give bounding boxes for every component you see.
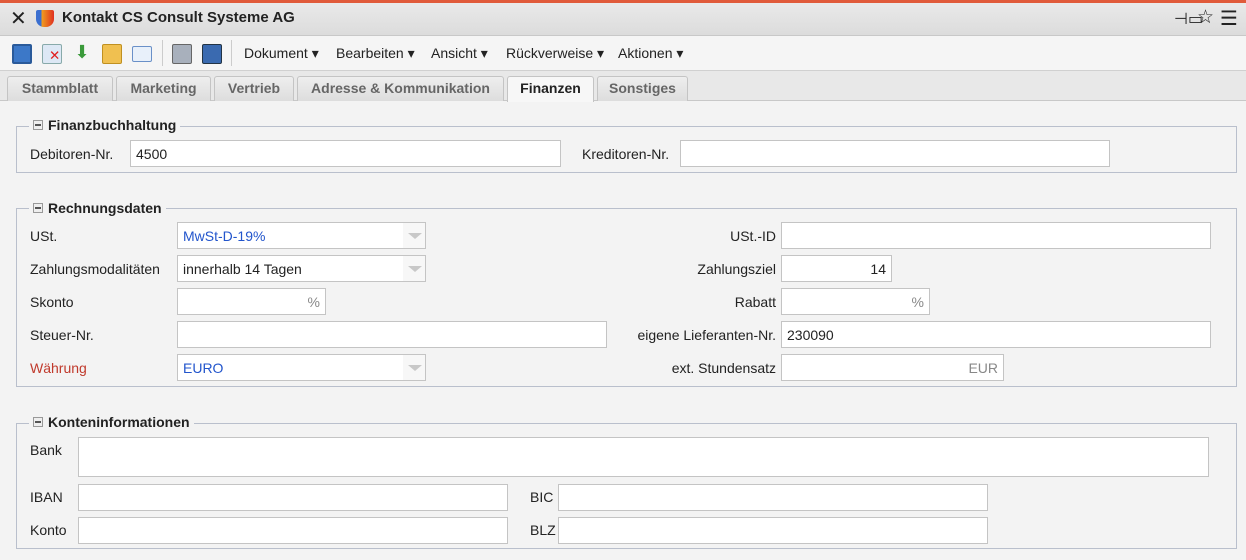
bic-label: BIC <box>530 489 554 505</box>
toolbar-separator <box>162 40 163 66</box>
zahlmod-select[interactable]: innerhalb 14 Tagen <box>177 255 426 282</box>
menu-aktionen[interactable]: Aktionen ▾ <box>618 45 683 62</box>
bank-label: Bank <box>30 442 62 458</box>
bank-textarea[interactable] <box>78 437 1209 477</box>
zahlziel-input[interactable]: 14 <box>781 255 892 282</box>
zahlziel-label: Zahlungsziel <box>697 261 776 277</box>
tab-adresse[interactable]: Adresse & Kommunikation <box>297 76 504 101</box>
konto-input[interactable] <box>78 517 508 544</box>
legend-text: Finanzbuchhaltung <box>48 117 177 133</box>
collapse-icon[interactable] <box>33 203 43 213</box>
download-icon[interactable]: ⬇ <box>72 44 92 64</box>
lieferanten-label: eigene Lieferanten-Nr. <box>637 327 776 343</box>
book-icon[interactable] <box>202 44 222 64</box>
iban-label: IBAN <box>30 489 63 505</box>
legend-rechnungsdaten[interactable]: Rechnungsdaten <box>29 200 166 216</box>
ust-label: USt. <box>30 228 58 244</box>
iban-input[interactable] <box>78 484 508 511</box>
legend-finanzbuchhaltung[interactable]: Finanzbuchhaltung <box>29 117 181 133</box>
zahlmod-label: Zahlungsmodalitäten <box>30 261 160 277</box>
dropdown-arrow-icon[interactable] <box>403 223 425 248</box>
menu-icon[interactable]: ☰ <box>1220 6 1238 30</box>
steuer-label: Steuer-Nr. <box>30 327 94 343</box>
kreditoren-label: Kreditoren-Nr. <box>582 146 670 162</box>
dropdown-arrow-icon[interactable] <box>403 355 425 380</box>
copy-icon[interactable] <box>102 44 122 64</box>
percent-unit: % <box>307 294 320 310</box>
zahlmod-value: innerhalb 14 Tagen <box>183 261 302 277</box>
mail-icon[interactable] <box>132 46 152 62</box>
rabatt-label: Rabatt <box>734 294 776 310</box>
waehrung-value: EURO <box>183 360 224 376</box>
collapse-icon[interactable] <box>33 120 43 130</box>
waehrung-label: Währung <box>30 360 87 376</box>
contact-logo-icon <box>36 10 54 27</box>
debitoren-input[interactable]: 4500 <box>130 140 561 167</box>
stundensatz-input[interactable]: EUR <box>781 354 1004 381</box>
skonto-input[interactable]: % <box>177 288 326 315</box>
percent-unit: % <box>911 294 924 310</box>
bic-input[interactable] <box>558 484 988 511</box>
collapse-icon[interactable] <box>33 417 43 427</box>
legend-konteninformationen[interactable]: Konteninformationen <box>29 414 194 430</box>
menu-bearbeiten[interactable]: Bearbeiten ▾ <box>336 45 415 62</box>
menu-label: Ansicht <box>431 45 477 61</box>
window-title: Kontakt CS Consult Systeme AG <box>62 9 295 26</box>
stundensatz-label: ext. Stundensatz <box>671 360 776 376</box>
tab-stammblatt[interactable]: Stammblatt <box>7 76 113 101</box>
menu-ansicht[interactable]: Ansicht ▾ <box>431 45 488 62</box>
menu-label: Rückverweise <box>506 45 594 61</box>
konto-label: Konto <box>30 522 67 538</box>
close-icon[interactable]: ✕ <box>10 8 27 28</box>
skonto-label: Skonto <box>30 294 74 310</box>
legend-text: Konteninformationen <box>48 414 190 430</box>
ust-value: MwSt-D-19% <box>183 228 266 244</box>
ustid-input[interactable] <box>781 222 1211 249</box>
ustid-label: USt.-ID <box>730 228 776 244</box>
waehrung-select[interactable]: EURO <box>177 354 426 381</box>
menu-label: Aktionen <box>618 45 673 61</box>
save-icon[interactable] <box>12 44 32 64</box>
print-icon[interactable] <box>172 44 192 64</box>
star-icon[interactable]: ☆ <box>1197 6 1214 28</box>
tab-vertrieb[interactable]: Vertrieb <box>214 76 294 101</box>
delete-icon[interactable]: ✕ <box>42 44 62 64</box>
rabatt-input[interactable]: % <box>781 288 930 315</box>
tab-marketing[interactable]: Marketing <box>116 76 211 101</box>
ust-select[interactable]: MwSt-D-19% <box>177 222 426 249</box>
kreditoren-input[interactable] <box>680 140 1110 167</box>
dropdown-arrow-icon[interactable] <box>403 256 425 281</box>
menu-rueckverweise[interactable]: Rückverweise ▾ <box>506 45 604 62</box>
menu-dokument[interactable]: Dokument ▾ <box>244 45 319 62</box>
lieferanten-input[interactable]: 230090 <box>781 321 1211 348</box>
blz-label: BLZ <box>530 522 556 538</box>
blz-input[interactable] <box>558 517 988 544</box>
tab-finanzen[interactable]: Finanzen <box>507 76 594 102</box>
tab-sonstiges[interactable]: Sonstiges <box>597 76 688 101</box>
legend-text: Rechnungsdaten <box>48 200 162 216</box>
debitoren-label: Debitoren-Nr. <box>30 146 114 162</box>
menu-label: Bearbeiten <box>336 45 404 61</box>
toolbar-separator <box>231 40 232 66</box>
steuer-input[interactable] <box>177 321 607 348</box>
menu-label: Dokument <box>244 45 308 61</box>
currency-unit: EUR <box>968 360 998 376</box>
